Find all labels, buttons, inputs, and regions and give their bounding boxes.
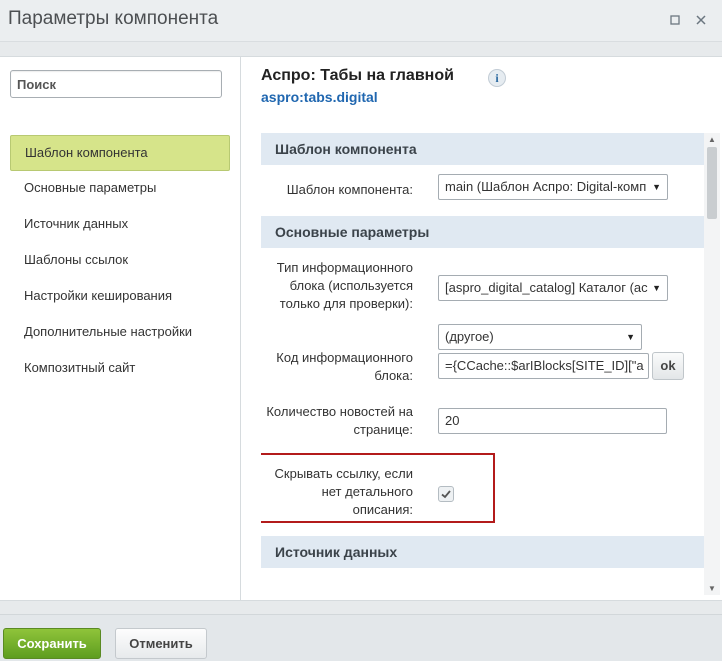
chevron-down-icon: ▼ <box>622 325 635 349</box>
iblock-code-label-line: Код информационного <box>276 350 413 365</box>
news-count-label-line: странице: <box>353 422 414 437</box>
sidebar-item-data-source[interactable]: Источник данных <box>10 207 230 243</box>
cancel-button[interactable]: Отменить <box>115 628 207 659</box>
component-title: Аспро: Табы на главной <box>261 67 454 84</box>
sidebar-nav: Шаблон компонента Основные параметры Ист… <box>10 135 230 387</box>
hide-link-checkbox[interactable] <box>438 486 454 502</box>
component-params-dialog: Параметры компонента Шаблон компонента О… <box>0 0 722 661</box>
hide-link-label: Скрывать ссылку, если нет детального опи… <box>261 465 413 519</box>
iblock-type-label-line: блока (используется <box>289 278 413 293</box>
save-button[interactable]: Сохранить <box>3 628 101 659</box>
ok-button[interactable]: ok <box>652 352 684 380</box>
search-input[interactable] <box>10 70 222 98</box>
dialog-body: Шаблон компонента Основные параметры Ист… <box>0 42 722 614</box>
scroll-thumb[interactable] <box>707 147 717 219</box>
iblock-code-select[interactable]: (другое) ▼ <box>438 324 642 350</box>
dialog-titlebar: Параметры компонента <box>0 0 722 42</box>
close-icon[interactable] <box>693 12 709 28</box>
sidebar-item-additional[interactable]: Дополнительные настройки <box>10 315 230 351</box>
section-data-source[interactable]: Источник данных <box>261 536 704 568</box>
hide-link-label-line: нет детального <box>321 484 413 499</box>
info-icon[interactable]: i <box>488 69 506 87</box>
chevron-down-icon: ▼ <box>648 175 661 199</box>
maximize-icon[interactable] <box>667 12 683 28</box>
section-template[interactable]: Шаблон компонента <box>261 133 704 165</box>
sidebar-item-template[interactable]: Шаблон компонента <box>10 135 230 171</box>
sidebar-item-basic-params[interactable]: Основные параметры <box>10 171 230 207</box>
sidebar-item-composite[interactable]: Композитный сайт <box>10 351 230 387</box>
iblock-type-label: Тип информационного блока (используется … <box>261 259 413 313</box>
iblock-type-select[interactable]: [aspro_digital_catalog] Каталог (ас ▼ <box>438 275 668 301</box>
sidebar: Шаблон компонента Основные параметры Ист… <box>0 56 241 601</box>
news-count-label-line: Количество новостей на <box>266 404 413 419</box>
template-select[interactable]: main (Шаблон Аспро: Digital-комп ▼ <box>438 174 668 200</box>
iblock-type-label-line: только для проверки): <box>279 296 413 311</box>
iblock-code-input[interactable]: ={CCache::$arIBlocks[SITE_ID]["a <box>438 353 649 379</box>
vertical-scrollbar[interactable]: ▲ ▼ <box>704 133 720 595</box>
news-count-input[interactable]: 20 <box>438 408 667 434</box>
iblock-code-select-value: (другое) <box>445 329 494 344</box>
hide-link-label-line: описания: <box>352 502 413 517</box>
iblock-type-label-line: Тип информационного <box>276 260 413 275</box>
component-code: aspro:tabs.digital <box>261 89 378 105</box>
dialog-footer: Сохранить Отменить <box>0 614 722 661</box>
check-icon <box>441 490 451 499</box>
section-basic-params[interactable]: Основные параметры <box>261 216 704 248</box>
dialog-title: Параметры компонента <box>8 8 219 29</box>
hide-link-label-line: Скрывать ссылку, если <box>274 466 413 481</box>
template-select-value: main (Шаблон Аспро: Digital-комп <box>445 179 647 194</box>
iblock-type-select-value: [aspro_digital_catalog] Каталог (ас <box>445 280 648 295</box>
news-count-label: Количество новостей на странице: <box>261 403 413 439</box>
sidebar-item-caching[interactable]: Настройки кеширования <box>10 279 230 315</box>
iblock-code-label-line: блока: <box>374 368 413 383</box>
scroll-down-icon[interactable]: ▼ <box>708 584 716 593</box>
scroll-up-icon[interactable]: ▲ <box>708 135 716 144</box>
template-label: Шаблон компонента: <box>286 182 413 197</box>
chevron-down-icon: ▼ <box>648 276 661 300</box>
sidebar-item-link-templates[interactable]: Шаблоны ссылок <box>10 243 230 279</box>
iblock-code-label: Код информационного блока: <box>261 349 413 385</box>
main-panel: Аспро: Табы на главной i aspro:tabs.digi… <box>241 56 722 601</box>
params-scroll-area: Шаблон компонента Шаблон компонента: mai… <box>261 133 704 595</box>
